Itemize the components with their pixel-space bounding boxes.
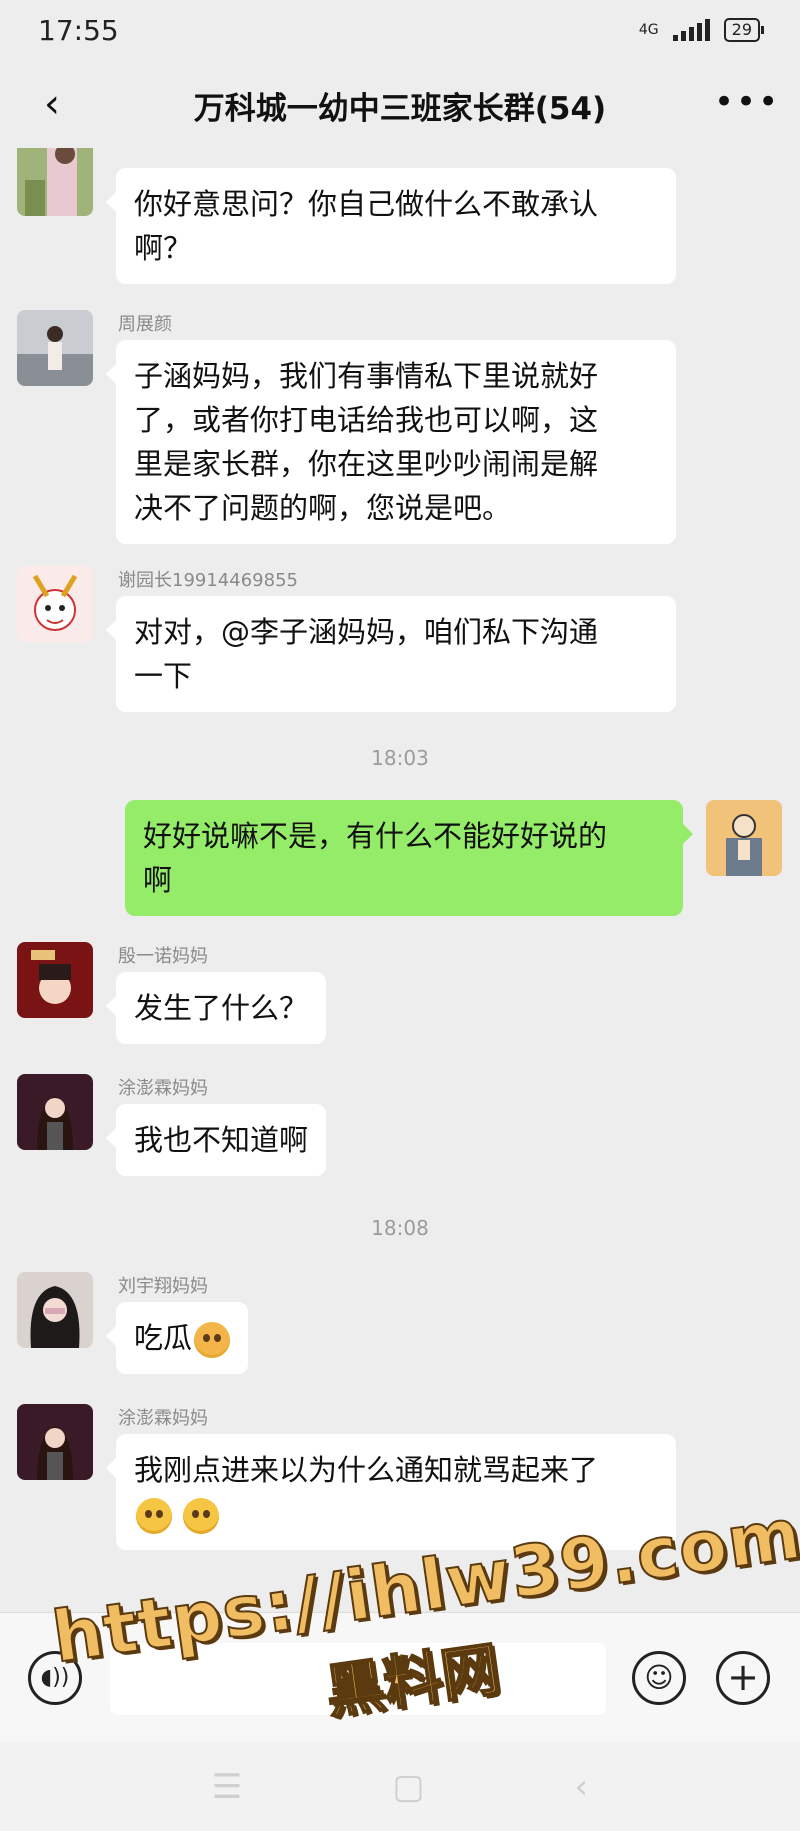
melon-emoji-icon bbox=[194, 1322, 231, 1358]
message-text: 了，或者你打电话给我也可以啊，这 bbox=[134, 403, 599, 437]
message-bubble[interactable]: 发生了什么？ bbox=[105, 972, 327, 1044]
sender-name: 涂澎霖妈妈 bbox=[118, 1408, 208, 1429]
worried-emoji-icon bbox=[136, 1498, 172, 1534]
message-text: 子涵妈妈，我们有事情私下里说就好 bbox=[134, 359, 599, 393]
plus-icon: + bbox=[727, 1655, 759, 1699]
voice-icon: ◖)) bbox=[40, 1665, 70, 1690]
smiley-icon: ☺ bbox=[644, 1661, 674, 1694]
avatar[interactable] bbox=[17, 148, 93, 216]
timestamp: 18:08 bbox=[371, 1216, 429, 1240]
sender-name: 谢园长19914469855 bbox=[118, 570, 298, 591]
more-functions-button[interactable]: + bbox=[716, 1651, 770, 1705]
system-navigation-bar: ☰ ▢ ‹ bbox=[0, 1742, 800, 1831]
message-bubble[interactable]: 你好意思问？你自己做什么不敢承认 啊？ bbox=[106, 168, 676, 284]
message-text: 你好意思问？你自己做什么不敢承认 bbox=[134, 187, 599, 221]
avatar[interactable] bbox=[17, 310, 93, 386]
avatar[interactable] bbox=[17, 1074, 93, 1150]
back-icon[interactable]: ‹ bbox=[575, 1767, 589, 1807]
sender-name: 殷一诺妈妈 bbox=[118, 946, 208, 967]
network-label: 4G bbox=[638, 22, 659, 38]
worried-emoji-icon bbox=[183, 1498, 220, 1534]
message-bubble[interactable]: 我也不知道啊 bbox=[105, 1104, 327, 1176]
chat-header: ‹ 万科城一幼中三班家长群(54) ••• bbox=[0, 70, 800, 140]
battery-icon: 29 bbox=[723, 18, 765, 42]
message-text: 好好说嘛不是，有什么不能好好说的 bbox=[143, 819, 608, 853]
message-text: 一下 bbox=[134, 659, 193, 693]
my-avatar[interactable] bbox=[706, 800, 782, 876]
message-text: 对对，@李子涵妈妈，咱们私下沟通 bbox=[134, 615, 599, 649]
input-bar: ◖)) ☺ + bbox=[0, 1612, 800, 1742]
message-text: 吃瓜 bbox=[134, 1321, 193, 1355]
emoji-row bbox=[134, 1492, 658, 1536]
message-bubble[interactable]: 好好说嘛不是，有什么不能好好说的 啊 bbox=[125, 800, 693, 916]
back-button[interactable]: ‹ bbox=[30, 82, 74, 126]
message-text: 我也不知道啊 bbox=[134, 1123, 309, 1157]
avatar[interactable] bbox=[17, 942, 93, 1018]
message-input[interactable] bbox=[110, 1643, 606, 1715]
avatar[interactable] bbox=[17, 566, 93, 642]
message-text: 啊？ bbox=[134, 231, 193, 265]
status-icons: 4G 29 bbox=[638, 18, 765, 42]
sender-name: 涂澎霖妈妈 bbox=[118, 1078, 208, 1099]
message-text: 里是家长群，你在这里吵吵闹闹是解 bbox=[134, 447, 599, 481]
emoji-button[interactable]: ☺ bbox=[632, 1651, 686, 1705]
sender-name: 周展颜 bbox=[118, 314, 172, 335]
voice-button[interactable]: ◖)) bbox=[28, 1651, 82, 1705]
sender-name: 刘宇翔妈妈 bbox=[118, 1276, 208, 1297]
chevron-left-icon: ‹ bbox=[44, 81, 60, 127]
timestamp: 18:03 bbox=[371, 746, 429, 770]
message-bubble[interactable]: 对对，@李子涵妈妈，咱们私下沟通 一下 bbox=[106, 596, 676, 712]
avatar[interactable] bbox=[17, 1272, 93, 1348]
more-button[interactable]: ••• bbox=[714, 82, 778, 126]
message-text: 我刚点进来以为什么通知就骂起来了 bbox=[134, 1453, 599, 1487]
status-bar: 17:55 4G 29 bbox=[0, 0, 800, 60]
message-list[interactable]: 你好意思问？你自己做什么不敢承认 啊？ 周展颜 子涵妈妈，我们有事情私下里说就好… bbox=[0, 148, 800, 1610]
menu-icon[interactable]: ☰ bbox=[212, 1767, 242, 1807]
message-text: 决不了问题的啊，您说是吧。 bbox=[134, 491, 512, 525]
message-bubble[interactable]: 子涵妈妈，我们有事情私下里说就好 了，或者你打电话给我也可以啊，这 里是家长群，… bbox=[106, 340, 676, 544]
message-text: 发生了什么？ bbox=[134, 991, 309, 1025]
avatar[interactable] bbox=[17, 1404, 93, 1480]
signal-icon bbox=[672, 19, 710, 41]
message-text: 啊 bbox=[143, 863, 173, 897]
chat-title: 万科城一幼中三班家长群(54) bbox=[193, 90, 607, 127]
message-bubble[interactable]: 我刚点进来以为什么通知就骂起来了 bbox=[106, 1434, 676, 1550]
status-time: 17:55 bbox=[38, 13, 119, 47]
more-dots-icon: ••• bbox=[714, 82, 781, 122]
message-bubble[interactable]: 吃瓜 bbox=[105, 1302, 249, 1374]
home-icon[interactable]: ▢ bbox=[392, 1767, 424, 1807]
